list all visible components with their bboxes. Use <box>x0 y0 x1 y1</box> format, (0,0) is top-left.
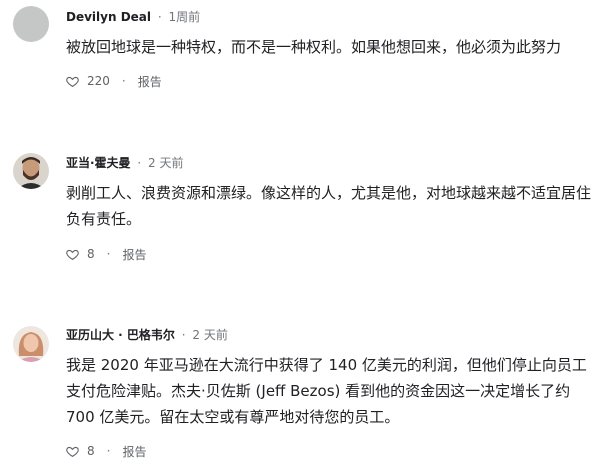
comment-header: 亚历山大 · 巴格韦尔 · 2 天前 <box>66 327 228 343</box>
author-name[interactable]: 亚历山大 · 巴格韦尔 <box>66 328 175 342</box>
dot-separator: · <box>137 156 142 170</box>
dot-separator: · <box>181 328 186 342</box>
avatar[interactable] <box>13 153 49 189</box>
comment-actions: 220 · 报告 <box>66 71 162 91</box>
report-button[interactable]: 报告 <box>122 246 146 263</box>
avatar[interactable] <box>13 6 49 42</box>
comment-header: 亚当·霍夫曼 · 2 天前 <box>66 155 184 171</box>
author-name[interactable]: 亚当·霍夫曼 <box>66 156 131 170</box>
comment-actions: 8 · 报告 <box>66 441 146 461</box>
comment-header: Devilyn Deal · 1周前 <box>66 9 200 25</box>
timestamp[interactable]: 2 天前 <box>148 156 183 170</box>
heart-icon[interactable] <box>66 75 79 88</box>
report-button[interactable]: 报告 <box>122 443 146 460</box>
default-avatar-icon <box>13 6 49 42</box>
dot-separator: · <box>157 10 162 24</box>
woman-portrait-icon <box>13 326 49 362</box>
comment-1: Devilyn Deal · 1周前 被放回地球是一种特权，而不是一种权利。如果… <box>0 0 608 110</box>
dot-separator: · <box>106 247 111 261</box>
comment-3: 亚历山大 · 巴格韦尔 · 2 天前 我是 2020 年亚马逊在大流行中获得了 … <box>0 310 608 469</box>
heart-icon[interactable] <box>66 445 79 458</box>
author-name[interactable]: Devilyn Deal <box>66 10 151 24</box>
comment-text: 我是 2020 年亚马逊在大流行中获得了 140 亿美元的利润，但他们停止向员工… <box>66 356 587 426</box>
like-count: 8 <box>87 247 95 261</box>
dot-separator: · <box>106 444 111 458</box>
comment-actions: 8 · 报告 <box>66 244 146 264</box>
avatar[interactable] <box>13 326 49 362</box>
like-count: 8 <box>87 444 95 458</box>
timestamp[interactable]: 2 天前 <box>192 328 227 342</box>
dot-separator: · <box>121 74 126 88</box>
heart-icon[interactable] <box>66 248 79 261</box>
like-count: 220 <box>87 74 110 88</box>
timestamp[interactable]: 1周前 <box>169 10 201 24</box>
comment-2: 亚当·霍夫曼 · 2 天前 剥削工人、浪费资源和漂绿。像这样的人，尤其是他，对地… <box>0 140 608 280</box>
report-button[interactable]: 报告 <box>138 73 162 90</box>
man-portrait-icon <box>13 153 49 189</box>
comment-text: 剥削工人、浪费资源和漂绿。像这样的人，尤其是他，对地球越来越不适宜居住负有责任。 <box>66 184 592 228</box>
comment-text: 被放回地球是一种特权，而不是一种权利。如果他想回来，他必须为此努力 <box>66 38 562 56</box>
